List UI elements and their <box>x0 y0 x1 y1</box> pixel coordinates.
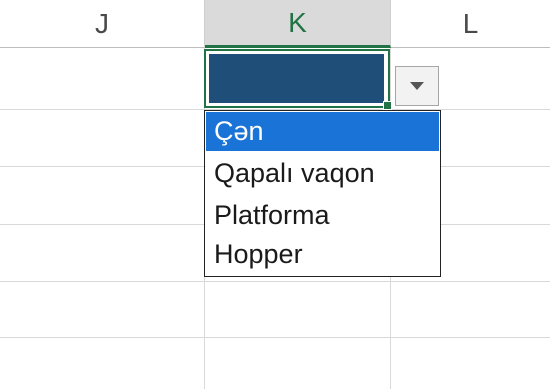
column-header-j[interactable]: J <box>0 0 205 48</box>
active-cell-fill <box>209 54 384 103</box>
active-cell[interactable] <box>204 49 392 110</box>
column-header-l[interactable]: L <box>391 0 550 48</box>
dropdown-option[interactable]: Qapalı vaqon <box>206 154 439 193</box>
column-header-label: K <box>288 6 307 38</box>
dropdown-list: Çən Qapalı vaqon Platforma Hopper <box>204 110 441 277</box>
dropdown-button[interactable] <box>395 66 439 106</box>
gridline-horizontal <box>0 337 550 338</box>
fill-handle[interactable] <box>383 101 392 110</box>
chevron-down-icon <box>410 82 424 90</box>
gridline-horizontal <box>0 281 550 282</box>
dropdown-option[interactable]: Platforma <box>206 196 439 235</box>
dropdown-option[interactable]: Hopper <box>206 235 439 274</box>
column-header-k[interactable]: K <box>205 0 391 48</box>
dropdown-option[interactable]: Çən <box>206 112 439 151</box>
column-header-label: J <box>95 7 109 39</box>
column-header-label: L <box>462 7 479 39</box>
